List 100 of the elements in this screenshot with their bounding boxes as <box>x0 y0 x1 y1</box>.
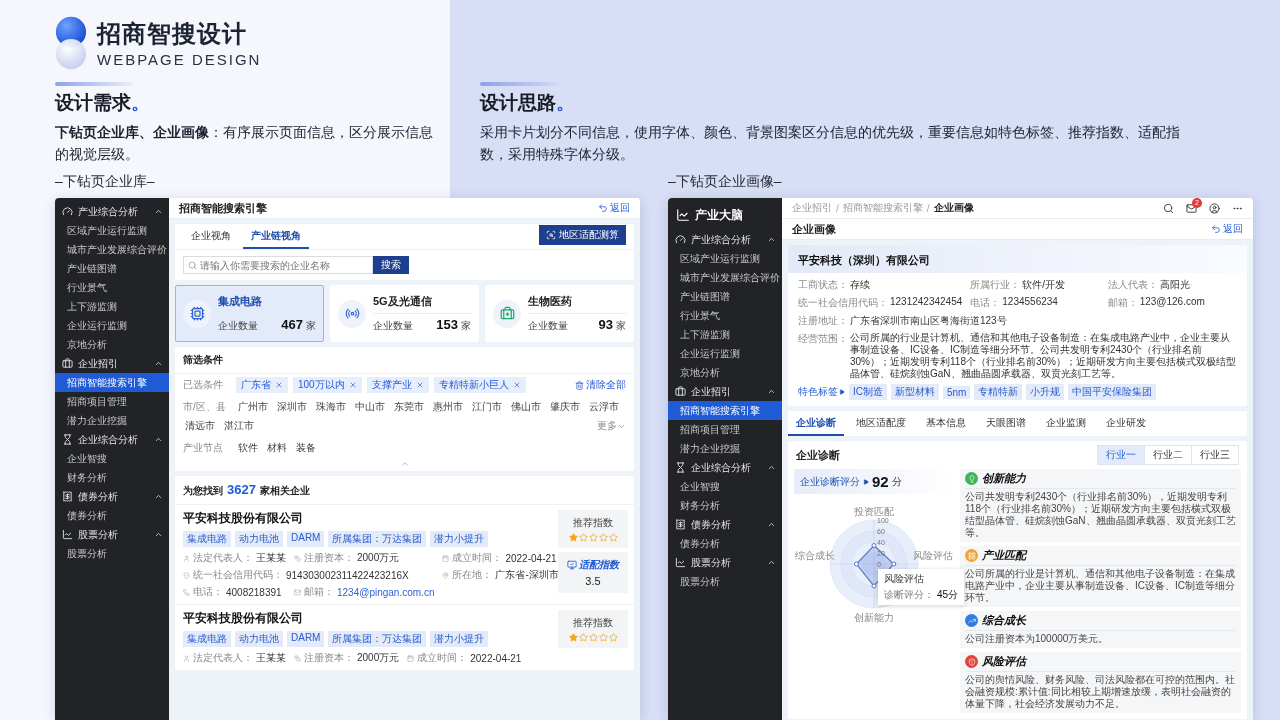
field-value: 软件/开发 <box>1022 278 1066 292</box>
count-label: 企业数量 <box>218 319 258 333</box>
nav-item[interactable]: 招商智能搜索引擎 <box>668 401 782 420</box>
filter-option[interactable]: 材料 <box>265 440 289 456</box>
industry-card[interactable]: 5G及光通信 企业数量 153 家 <box>330 285 479 342</box>
industry-name: 生物医药 <box>528 294 572 309</box>
region-fit-button[interactable]: 地区适配测算 <box>539 225 626 245</box>
nav-item[interactable]: 上下游监测 <box>668 325 782 344</box>
nav-item[interactable]: 行业景气 <box>668 306 782 325</box>
segment-button[interactable]: 行业一 <box>1098 446 1144 464</box>
nav-item[interactable]: 产业链图谱 <box>55 259 169 278</box>
nav-item[interactable]: 企业智搜 <box>55 449 169 468</box>
filter-option[interactable]: 清远市 <box>183 418 217 434</box>
group-label: 企业综合分析 <box>691 460 752 475</box>
nav-item[interactable]: 招商项目管理 <box>668 420 782 439</box>
industry-card[interactable]: 生物医药 企业数量 93 家 <box>485 285 634 342</box>
back-link[interactable]: 返回 <box>1211 222 1243 236</box>
clear-all-link[interactable]: 清除全部 <box>575 378 626 392</box>
filter-option[interactable]: 江门市 <box>470 399 504 415</box>
nav-item[interactable]: 京地分析 <box>55 335 169 354</box>
filter-label: 市/区、县 <box>183 400 227 414</box>
nav-item[interactable]: 股票分析 <box>668 572 782 591</box>
breadcrumb-separator: / <box>836 202 839 214</box>
axis-label: 综合成长 <box>795 550 835 561</box>
filter-chip[interactable]: 100万以内 <box>293 377 362 393</box>
field-label: 法人代表： <box>1107 278 1158 292</box>
nav-item[interactable]: 区域产业运行监测 <box>55 221 169 240</box>
filter-option[interactable]: 装备 <box>294 440 318 456</box>
nav-group[interactable]: 股票分析 <box>55 525 169 544</box>
nav-item[interactable]: 债券分析 <box>668 534 782 553</box>
tab[interactable]: 企业研发 <box>1098 411 1154 436</box>
filter-chip[interactable]: 支撑产业 <box>366 377 429 393</box>
nav-item[interactable]: 产业链图谱 <box>668 287 782 306</box>
app-name: 产业大脑 <box>695 206 743 224</box>
page-title: 招商智能搜索引擎 <box>179 200 267 216</box>
nav-group[interactable]: 企业综合分析 <box>55 430 169 449</box>
filter-chip[interactable]: 专精特新小巨人 <box>433 377 526 393</box>
nav-group[interactable]: 企业招引 <box>668 382 782 401</box>
nav-item[interactable]: 上下游监测 <box>55 297 169 316</box>
filter-option[interactable]: 东莞市 <box>392 399 426 415</box>
nav-group[interactable]: 企业招引 <box>55 354 169 373</box>
filter-option[interactable]: 中山市 <box>353 399 387 415</box>
filter-option[interactable]: 深圳市 <box>275 399 309 415</box>
nav-group[interactable]: 股票分析 <box>668 553 782 572</box>
nav-item[interactable]: 财务分析 <box>668 496 782 515</box>
industry-name: 集成电路 <box>218 294 262 309</box>
nav-item[interactable]: 股票分析 <box>55 544 169 563</box>
tab[interactable]: 企业诊断 <box>788 411 844 436</box>
nav-group[interactable]: 产业综合分析 <box>55 202 169 221</box>
nav-item[interactable]: 城市产业发展综合评价 <box>55 240 169 259</box>
nav-item[interactable]: 企业运行监测 <box>668 344 782 363</box>
field-label: 邮箱： <box>1107 296 1138 310</box>
nav-item[interactable]: 企业运行监测 <box>55 316 169 335</box>
search-field[interactable]: 请输入你需要搜索的企业名称 <box>183 256 373 274</box>
more-link[interactable]: 更多 <box>597 419 626 433</box>
filter-option[interactable]: 软件 <box>236 440 260 456</box>
field-label: 统一社会信用代码： <box>798 296 888 310</box>
company-count: 153 <box>436 317 458 332</box>
filter-option[interactable]: 珠海市 <box>314 399 348 415</box>
filter-option[interactable]: 云浮市 <box>587 399 621 415</box>
tab[interactable]: 天眼图谱 <box>978 411 1034 436</box>
industry-card[interactable]: 集成电路 企业数量 467 家 <box>175 285 324 342</box>
nav-item[interactable]: 企业智搜 <box>668 477 782 496</box>
filter-option[interactable]: 惠州市 <box>431 399 465 415</box>
breadcrumb-link[interactable]: 企业画像 <box>933 201 974 215</box>
nav-item[interactable]: 区域产业运行监测 <box>668 249 782 268</box>
nav-group[interactable]: 产业综合分析 <box>668 230 782 249</box>
nav-item[interactable]: 潜力企业挖掘 <box>55 411 169 430</box>
axis-label: 风险评估 <box>913 550 953 561</box>
field-label: 成立时间： <box>417 651 468 665</box>
field-label: 所在地： <box>452 568 493 582</box>
nav-item[interactable]: 财务分析 <box>55 468 169 487</box>
back-link[interactable]: 返回 <box>598 201 630 215</box>
nav-item[interactable]: 招商智能搜索引擎 <box>55 373 169 392</box>
filter-chip[interactable]: 广东省 <box>236 377 288 393</box>
tab[interactable]: 企业视角 <box>183 224 239 249</box>
filter-option[interactable]: 佛山市 <box>509 399 543 415</box>
tab[interactable]: 企业监测 <box>1038 411 1094 436</box>
nav-group[interactable]: 企业综合分析 <box>668 458 782 477</box>
nav-group[interactable]: 债券分析 <box>55 487 169 506</box>
company-tag: 所属集团：万达集团 <box>328 631 427 647</box>
nav-item[interactable]: 行业景气 <box>55 278 169 297</box>
filter-label: 产业节点 <box>183 441 224 455</box>
email-link[interactable]: 1234@pingan.com.cn <box>337 586 435 598</box>
tags-label: 特色标签 <box>798 385 838 399</box>
field-value: 4008218391 <box>226 586 282 598</box>
nav-group[interactable]: 债券分析 <box>668 515 782 534</box>
field-value: 1231242342454 <box>890 296 963 309</box>
search-button[interactable]: 搜索 <box>373 256 409 274</box>
nav-item[interactable]: 京地分析 <box>668 363 782 382</box>
tab[interactable]: 地区适配度 <box>848 411 914 436</box>
filter-option[interactable]: 广州市 <box>236 399 270 415</box>
filter-option[interactable]: 肇庆市 <box>548 399 582 415</box>
nav-item[interactable]: 潜力企业挖掘 <box>668 439 782 458</box>
tab[interactable]: 产业链视角 <box>243 224 309 249</box>
nav-item[interactable]: 城市产业发展综合评价 <box>668 268 782 287</box>
nav-item[interactable]: 债券分析 <box>55 506 169 525</box>
tab[interactable]: 基本信息 <box>918 411 974 436</box>
filter-option[interactable]: 湛江市 <box>222 418 256 434</box>
nav-item[interactable]: 招商项目管理 <box>55 392 169 411</box>
